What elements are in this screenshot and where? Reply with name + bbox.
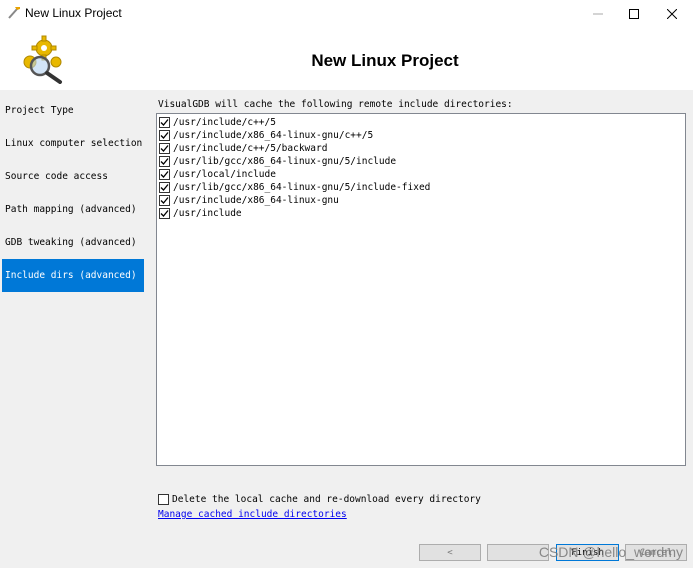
directory-path: /usr/local/include	[173, 169, 276, 180]
sidebar-item-source-code-access[interactable]: Source code access	[2, 160, 144, 193]
wizard-body: Project Type Linux computer selection So…	[0, 90, 693, 568]
list-item[interactable]: /usr/include/x86_64-linux-gnu/c++/5	[159, 129, 373, 142]
sidebar-item-label: GDB tweaking (advanced)	[5, 237, 137, 248]
sidebar-item-label: Project Type	[5, 105, 74, 116]
page-title: New Linux Project	[311, 51, 459, 70]
directory-path: /usr/lib/gcc/x86_64-linux-gnu/5/include	[173, 156, 397, 167]
list-item[interactable]: /usr/include/x86_64-linux-gnu	[159, 194, 339, 207]
next-button[interactable]	[487, 544, 549, 561]
back-button[interactable]: <	[419, 544, 481, 561]
list-item[interactable]: /usr/lib/gcc/x86_64-linux-gnu/5/include-…	[159, 181, 430, 194]
sidebar-item-label: Path mapping (advanced)	[5, 204, 137, 215]
checkmark-icon	[160, 119, 169, 126]
checkmark-icon	[160, 145, 169, 152]
checkmark-icon	[160, 158, 169, 165]
window-title: New Linux Project	[25, 6, 122, 20]
checkmark-icon	[160, 171, 169, 178]
app-icon	[6, 5, 22, 21]
sidebar-item-label: Source code access	[5, 171, 108, 182]
list-item[interactable]: /usr/include/c++/5	[159, 116, 276, 129]
wizard-header: New Linux Project	[0, 28, 693, 90]
sidebar-item-linux-computer-selection[interactable]: Linux computer selection	[2, 127, 144, 160]
maximize-icon	[629, 9, 639, 19]
sidebar-item-path-mapping[interactable]: Path mapping (advanced)	[2, 193, 144, 226]
sidebar-item-label: Include dirs (advanced)	[5, 270, 137, 281]
finish-button[interactable]: Finish	[556, 544, 619, 561]
directory-checkbox[interactable]	[159, 156, 170, 167]
list-item[interactable]: /usr/lib/gcc/x86_64-linux-gnu/5/include	[159, 155, 396, 168]
list-item[interactable]: /usr/include/c++/5/backward	[159, 142, 327, 155]
back-button-label: <	[447, 547, 453, 558]
list-item[interactable]: /usr/include	[159, 207, 242, 220]
list-item[interactable]: /usr/local/include	[159, 168, 276, 181]
directory-checkbox[interactable]	[159, 143, 170, 154]
sidebar-item-project-type[interactable]: Project Type	[2, 94, 144, 127]
cancel-button-label: Cancel	[639, 547, 673, 558]
directory-path: /usr/include	[173, 208, 242, 219]
directory-checkbox[interactable]	[159, 182, 170, 193]
delete-cache-option[interactable]: Delete the local cache and re-download e…	[158, 494, 481, 505]
checkmark-icon	[160, 132, 169, 139]
cancel-button[interactable]: Cancel	[625, 544, 687, 561]
directory-path: /usr/include/c++/5	[173, 117, 276, 128]
delete-cache-checkbox[interactable]	[158, 494, 169, 505]
directory-checkbox[interactable]	[159, 195, 170, 206]
sidebar-item-include-dirs[interactable]: Include dirs (advanced)	[2, 259, 144, 292]
sidebar-item-gdb-tweaking[interactable]: GDB tweaking (advanced)	[2, 226, 144, 259]
wizard-footer: < Finish Cancel	[151, 527, 691, 568]
directory-path: /usr/include/x86_64-linux-gnu/c++/5	[173, 130, 374, 141]
minimize-button[interactable]	[578, 0, 618, 28]
close-button[interactable]	[652, 0, 692, 28]
sidebar-item-label: Linux computer selection	[5, 138, 143, 149]
minimize-icon	[593, 9, 603, 19]
title-bar[interactable]: New Linux Project	[0, 0, 693, 28]
directory-checkbox[interactable]	[159, 169, 170, 180]
finish-button-label: Finish	[571, 547, 604, 558]
wizard-sidebar: Project Type Linux computer selection So…	[0, 90, 148, 568]
directory-checkbox[interactable]	[159, 117, 170, 128]
directory-checkbox[interactable]	[159, 130, 170, 141]
close-icon	[667, 9, 677, 19]
checkmark-icon	[160, 210, 169, 217]
include-dirs-page: VisualGDB will cache the following remot…	[151, 94, 691, 522]
directory-path: /usr/lib/gcc/x86_64-linux-gnu/5/include-…	[173, 182, 431, 193]
directory-path: /usr/include/x86_64-linux-gnu	[173, 195, 339, 206]
dialog-window: New Linux Project New Linux Project Proj…	[0, 0, 693, 568]
directory-checkbox[interactable]	[159, 208, 170, 219]
checkmark-icon	[160, 184, 169, 191]
intro-text: VisualGDB will cache the following remot…	[158, 99, 513, 110]
directory-path: /usr/include/c++/5/backward	[173, 143, 328, 154]
manage-cache-link[interactable]: Manage cached include directories	[158, 509, 347, 520]
include-dirs-list[interactable]: /usr/include/c++/5 /usr/include/x86_64-l…	[156, 113, 686, 466]
delete-cache-label: Delete the local cache and re-download e…	[172, 494, 481, 505]
checkmark-icon	[160, 197, 169, 204]
maximize-button[interactable]	[614, 0, 654, 28]
